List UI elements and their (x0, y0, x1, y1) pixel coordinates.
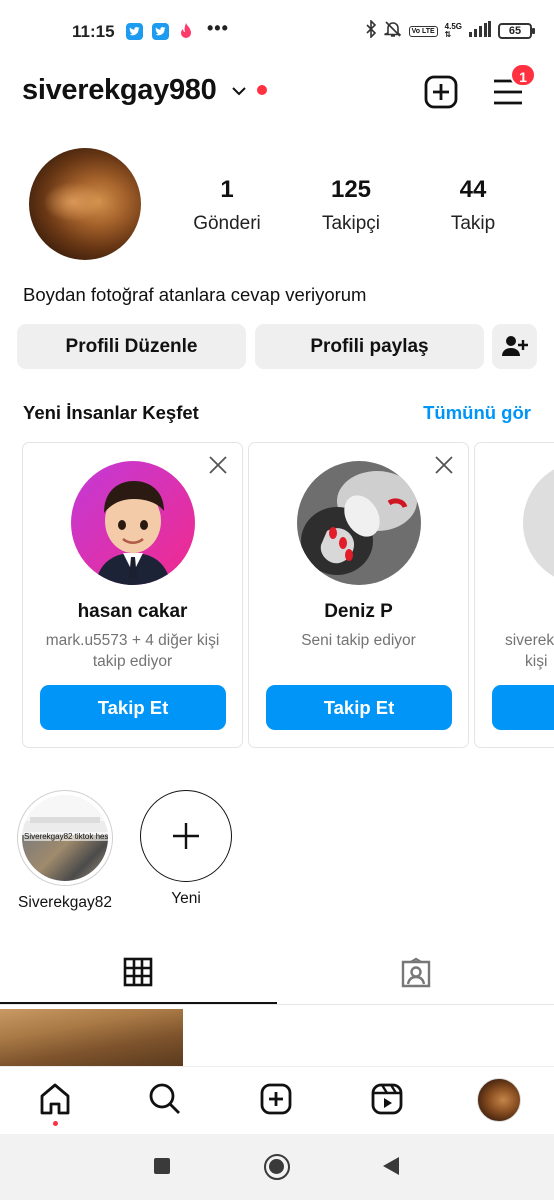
unread-dot (257, 85, 267, 95)
mute-bell-icon (383, 20, 402, 43)
tab-grid[interactable] (0, 952, 277, 1004)
highlight-label: Siverekgay82 (18, 894, 112, 911)
status-time: 11:15 (72, 22, 115, 41)
close-icon[interactable] (434, 455, 454, 480)
reels-icon[interactable] (370, 1082, 404, 1121)
bottom-navigation (0, 1066, 554, 1134)
following-label: Takip (450, 213, 496, 234)
suggestion-card[interactable]: Deniz P Seni takip ediyor Takip Et (248, 442, 469, 748)
twitter-icon (152, 23, 169, 40)
home-button[interactable] (264, 1154, 290, 1180)
followers-stat[interactable]: 125 Takipçi (291, 176, 411, 235)
chevron-down-icon[interactable] (231, 84, 247, 102)
follow-button[interactable]: T (492, 685, 554, 730)
suggestion-name[interactable]: hasan cakar (23, 601, 242, 623)
edit-profile-button[interactable]: Profili Düzenle (17, 324, 246, 369)
new-highlight-ring (140, 790, 232, 882)
posts-label: Gönderi (193, 213, 261, 234)
suggestion-subtitle: mark.u5573 + 4 diğer kişi takip ediyor (45, 632, 220, 670)
posts-stat[interactable]: 1 Gönderi (167, 176, 287, 235)
share-profile-button[interactable]: Profili paylaş (255, 324, 484, 369)
suggestion-avatar[interactable] (523, 461, 554, 585)
back-button[interactable] (382, 1156, 400, 1181)
following-count: 44 (459, 176, 487, 203)
suggestion-avatar[interactable] (71, 461, 195, 585)
follow-button[interactable]: Takip Et (266, 685, 452, 730)
recents-button[interactable] (154, 1158, 170, 1174)
suggestion-card[interactable]: hasan cakar mark.u5573 + 4 diğer kişi ta… (22, 442, 243, 748)
status-right-icons: Vo LTE 4.5G ⇅ 65 (365, 18, 535, 43)
profile-header: siverekgay980 1 (0, 62, 554, 120)
username-title[interactable]: siverekgay980 (22, 74, 217, 107)
status-more-dots: ••• (207, 18, 229, 38)
suggestion-subtitle: Seni takip ediyor (301, 632, 416, 649)
profile-bio: Boydan fotoğraf atanlara cevap veriyorum (23, 284, 367, 305)
tinder-icon (179, 22, 193, 45)
bluetooth-icon (365, 18, 377, 43)
following-stat[interactable]: 44 Takip (413, 176, 533, 235)
close-icon[interactable] (208, 455, 228, 480)
twitter-icon (126, 23, 143, 40)
posts-count: 1 (220, 176, 234, 203)
post-thumbnail[interactable] (0, 1009, 183, 1066)
search-icon[interactable] (148, 1082, 182, 1121)
discover-people-button[interactable] (492, 324, 537, 369)
battery-icon: 65 (498, 23, 535, 39)
notification-badge: 1 (510, 63, 536, 87)
highlight-thumb-text: Siverekgay82 tiktok hesabim (24, 831, 108, 841)
tab-tagged[interactable] (277, 952, 554, 1004)
suggestion-avatar[interactable] (297, 461, 421, 585)
system-navigation-bar (0, 1134, 554, 1200)
followers-count: 125 (330, 176, 372, 203)
signal-icon (469, 20, 491, 42)
volte-badge: Vo LTE (408, 25, 438, 37)
network-indicator: 4.5G ⇅ (444, 22, 462, 39)
follow-button[interactable]: Takip Et (40, 685, 226, 730)
plus-icon (173, 823, 199, 849)
discover-title: Yeni İnsanlar Keşfet (23, 402, 199, 423)
story-highlight[interactable]: Siverekgay82 tiktok hesabim Siverekgay82 (12, 790, 118, 912)
new-highlight-label: Yeni (171, 890, 201, 907)
new-highlight[interactable]: Yeni (140, 790, 232, 908)
create-post-icon[interactable] (423, 74, 459, 115)
create-icon[interactable] (259, 1082, 293, 1121)
followers-label: Takipçi (321, 213, 381, 234)
home-icon[interactable] (38, 1082, 72, 1121)
highlight-ring: Siverekgay82 tiktok hesabim (17, 790, 113, 886)
home-active-dot (53, 1121, 58, 1126)
see-all-link[interactable]: Tümünü gör (423, 402, 531, 424)
tab-divider (0, 1004, 554, 1005)
suggestion-subtitle: siverek kişi (505, 632, 554, 670)
suggestion-card[interactable]: siverek kişi T (474, 442, 554, 748)
highlight-thumbnail: Siverekgay82 tiktok hesabim (22, 795, 108, 881)
status-bar: 11:15 ••• Vo LTE 4.5G ⇅ 65 (0, 0, 554, 62)
profile-avatar-icon[interactable] (477, 1078, 521, 1122)
profile-avatar[interactable] (29, 148, 141, 260)
suggestion-name[interactable]: Deniz P (249, 601, 468, 623)
